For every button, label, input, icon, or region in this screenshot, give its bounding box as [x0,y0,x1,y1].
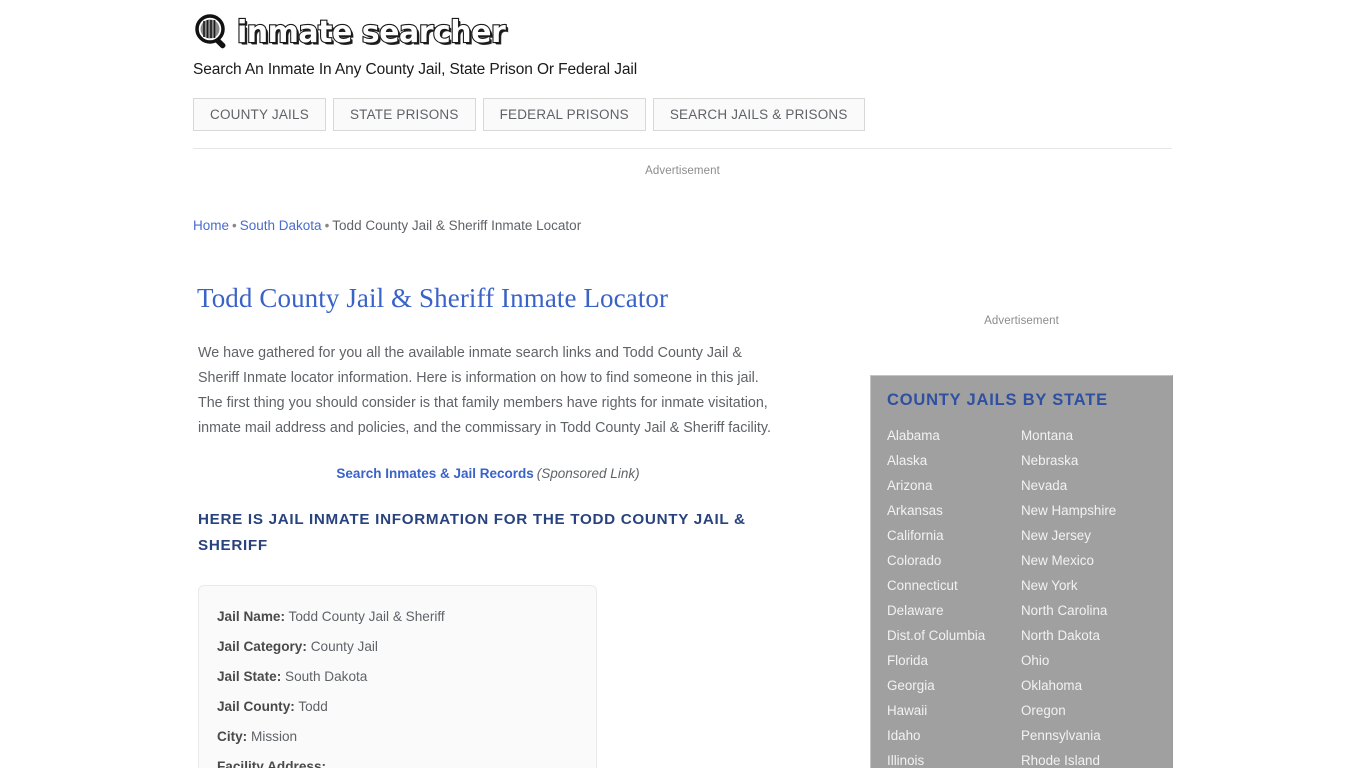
state-link[interactable]: Montana [1021,423,1155,448]
state-link-columns: Alabama Alaska Arizona Arkansas California Co… [871,410,1172,768]
nav-state-prisons[interactable]: STATE PRISONS [332,98,476,131]
breadcrumb-south-dakota[interactable]: South Dakota [240,218,322,233]
search-inmates-jail-records-link[interactable]: Search Inmates & Jail Records [336,466,533,481]
breadcrumb-home[interactable]: Home [193,218,229,233]
state-link[interactable]: Alaska [887,448,1021,473]
info-row-jail-county: Jail County: Todd [217,692,578,722]
sidebar-advertisement-label: Advertisement [984,315,1059,327]
site-header: inmate searcher Search An Inmate In Any … [193,10,1173,79]
info-label-jail-name: Jail Name: [217,609,286,624]
state-link[interactable]: Idaho [887,723,1021,748]
state-link[interactable]: North Carolina [1021,598,1155,623]
sponsored-link-row: Search Inmates & Jail Records (Sponsored … [193,466,783,481]
state-link[interactable]: Dist.of Columbia [887,623,1021,648]
state-link[interactable]: Florida [887,648,1021,673]
state-link[interactable]: Nebraska [1021,448,1155,473]
state-column-left: Alabama Alaska Arizona Arkansas California Co… [887,423,1021,768]
info-value-jail-state: South Dakota [285,669,368,684]
top-advertisement-label: Advertisement [645,165,720,177]
site-tagline: Search An Inmate In Any County Jail, Sta… [193,61,638,78]
main-navigation: COUNTY JAILS STATE PRISONS FEDERAL PRISO… [193,98,865,131]
state-link[interactable]: Delaware [887,598,1021,623]
state-link[interactable]: New York [1021,573,1155,598]
state-link[interactable]: Colorado [887,548,1021,573]
state-link[interactable]: Arkansas [887,498,1021,523]
magnifier-jail-bars-icon [193,13,233,53]
breadcrumb: Home • South Dakota • Todd County Jail & She… [193,216,793,236]
state-link[interactable]: California [887,523,1021,548]
jail-info-box: Jail Name: Todd County Jail & Sheriff Ja… [198,585,597,768]
info-value-city: Mission [251,729,298,744]
breadcrumb-current: Todd County Jail & Sheriff Inmate Locato… [332,218,582,233]
info-label-facility-address: Facility Address: [217,759,327,768]
nav-federal-prisons[interactable]: FEDERAL PRISONS [482,98,646,131]
site-logo-text: inmate searcher [236,14,507,51]
sidebar-title: COUNTY JAILS BY STATE [887,391,1108,409]
info-value-jail-category: County Jail [310,639,378,654]
state-link[interactable]: North Dakota [1021,623,1155,648]
state-link[interactable]: Rhode Island [1021,748,1155,768]
intro-paragraph: We have gathered for you all the availab… [198,345,771,436]
state-link[interactable]: Georgia [887,673,1021,698]
page-title: Todd County Jail & Sheriff Inmate Locato… [197,283,669,313]
state-link[interactable]: Pennsylvania [1021,723,1155,748]
info-label-jail-county: Jail County: [217,699,295,714]
breadcrumb-separator-2: • [324,218,330,233]
info-value-jail-county: Todd [298,699,328,714]
state-link[interactable]: Hawaii [887,698,1021,723]
header-divider [193,148,1172,149]
nav-search-jails-prisons[interactable]: SEARCH JAILS & PRISONS [652,98,865,131]
info-label-city: City: [217,729,248,744]
state-link[interactable]: Ohio [1021,648,1155,673]
state-link[interactable]: Connecticut [887,573,1021,598]
county-jails-by-state-sidebar: COUNTY JAILS BY STATE Alabama Alaska Arizo… [870,375,1173,768]
info-value-jail-name: Todd County Jail & Sheriff [288,609,445,624]
info-label-jail-category: Jail Category: [217,639,307,654]
state-link[interactable]: Nevada [1021,473,1155,498]
info-row-facility-address: Facility Address: [217,752,578,768]
state-link[interactable]: New Jersey [1021,523,1155,548]
section-title: HERE IS JAIL INMATE INFORMATION FOR THE … [198,511,746,554]
info-label-jail-state: Jail State: [217,669,282,684]
main-content: Home • South Dakota • Todd County Jail & She… [193,216,793,768]
state-link[interactable]: Illinois [887,748,1021,768]
state-link[interactable]: New Mexico [1021,548,1155,573]
info-row-jail-name: Jail Name: Todd County Jail & Sheriff [217,602,578,632]
nav-county-jails[interactable]: COUNTY JAILS [193,98,326,131]
sponsored-note: (Sponsored Link) [536,466,640,481]
site-logo[interactable]: inmate searcher [193,10,1173,56]
breadcrumb-separator-1: • [232,218,237,233]
info-row-city: City: Mission [217,722,578,752]
info-row-jail-category: Jail Category: County Jail [217,632,578,662]
state-column-right: Montana Nebraska Nevada New Hampshire New Je… [1021,423,1155,768]
state-link[interactable]: Oregon [1021,698,1155,723]
state-link[interactable]: Oklahoma [1021,673,1155,698]
state-link[interactable]: Arizona [887,473,1021,498]
state-link[interactable]: New Hampshire [1021,498,1155,523]
page-root: inmate searcher Search An Inmate In Any … [0,0,1366,768]
state-link[interactable]: Alabama [887,423,1021,448]
info-row-jail-state: Jail State: South Dakota [217,662,578,692]
